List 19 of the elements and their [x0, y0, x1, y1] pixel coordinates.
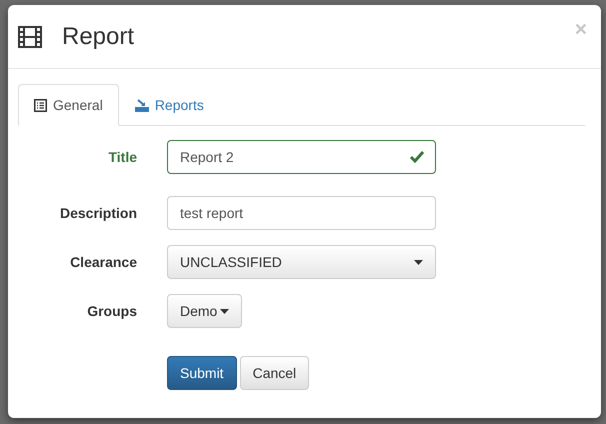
field-label: Clearance: [69, 252, 137, 272]
caret-icon: [414, 260, 423, 264]
download-tray-icon: [134, 98, 149, 112]
tab[interactable]: Reports: [118, 84, 220, 126]
field-label: Title: [107, 148, 137, 166]
field-label: Description: [58, 204, 137, 223]
text-field[interactable]: test report: [167, 196, 436, 230]
submit-button[interactable]: Submit: [167, 356, 237, 390]
select-dropdown[interactable]: UNCLASSIFIED: [167, 245, 436, 279]
cancel-button[interactable]: Cancel: [240, 356, 310, 390]
dialog-title: Report: [62, 22, 134, 52]
list-icon: [34, 98, 47, 112]
text-field[interactable]: Report 2: [167, 140, 436, 174]
dropdown-button[interactable]: Demo: [167, 294, 242, 328]
caret-icon: [220, 308, 230, 314]
film-icon: [18, 26, 42, 48]
checkmark-icon: [410, 151, 424, 163]
tab[interactable]: General: [18, 84, 119, 126]
field-label: Groups: [86, 302, 137, 321]
